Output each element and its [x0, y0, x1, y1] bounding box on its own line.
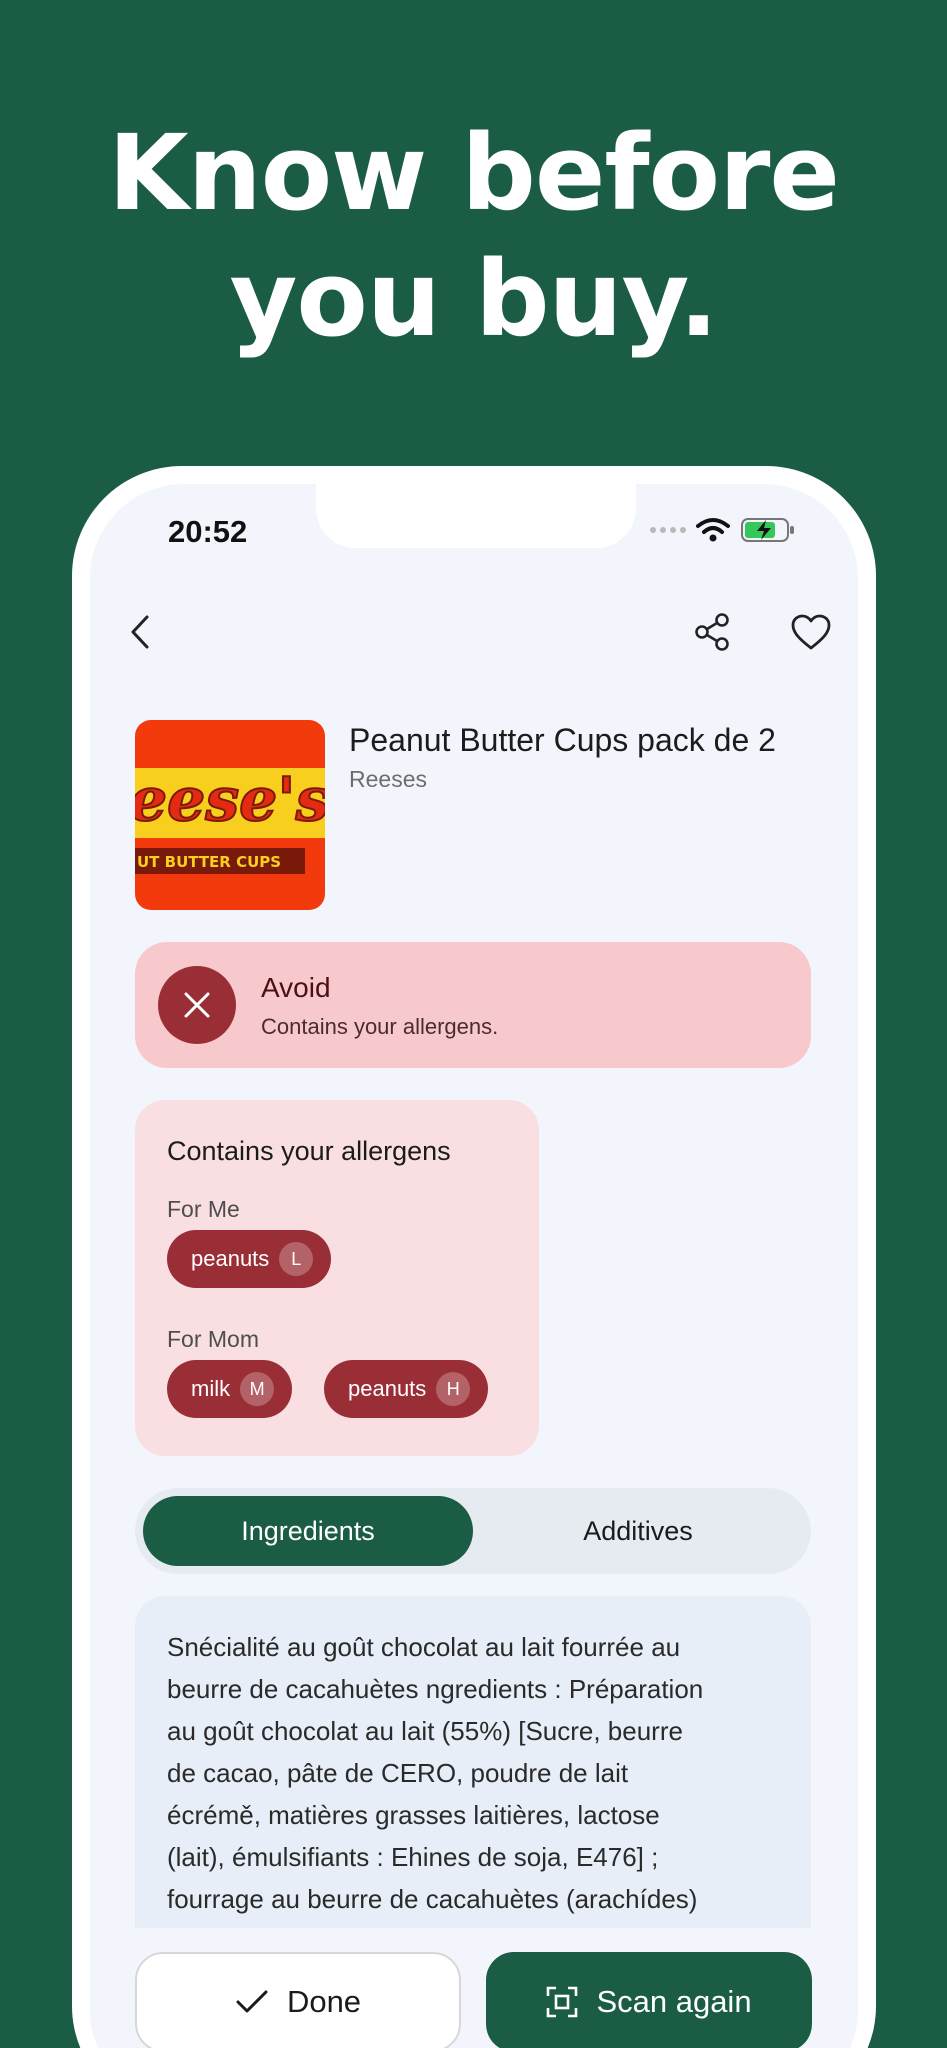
headline-line-2: you buy. — [229, 238, 719, 360]
back-icon — [131, 615, 149, 649]
product-image-subtitle: UT BUTTER CUPS — [137, 853, 281, 871]
share-button[interactable] — [690, 610, 734, 654]
verdict-circle — [158, 966, 236, 1044]
status-icons — [650, 516, 796, 544]
product-image-wordmark: eese's — [135, 765, 325, 835]
allergen-chip[interactable]: peanuts L — [167, 1230, 332, 1288]
ingredients-panel: Snécialité au goût chocolat au lait four… — [135, 1596, 811, 1956]
favorite-button[interactable] — [788, 610, 834, 654]
notch — [316, 484, 636, 548]
ingredients-line: beurre de cacahuètes ngredients : Prépar… — [167, 1674, 704, 1704]
scan-button-label: Scan again — [596, 1984, 752, 2019]
done-button[interactable]: Done — [135, 1952, 461, 2048]
wifi-icon — [696, 518, 730, 542]
allergen-chip-name: milk — [191, 1376, 231, 1401]
severity-badge: L — [279, 1242, 314, 1276]
allergen-chip-name: peanuts — [348, 1376, 427, 1401]
ingredients-line: (lait), émulsifiants : Ehines de soja, E… — [167, 1842, 659, 1872]
scan-icon — [547, 1986, 578, 2018]
ingredients-text: Snécialité au goût chocolat au lait four… — [167, 1626, 787, 1920]
product-brand: Reeses — [349, 766, 427, 792]
severity-badge: H — [436, 1372, 471, 1406]
tab-additives[interactable]: Additives — [473, 1496, 803, 1566]
product-image: eese's UT BUTTER CUPS — [135, 720, 325, 910]
allergen-chip[interactable]: milk M — [167, 1360, 293, 1418]
ingredients-line: fourrage au beurre de cacahuètes (arachí… — [167, 1884, 698, 1914]
ingredients-line: Snécialité au goût chocolat au lait four… — [167, 1632, 681, 1662]
allergen-chip-name: peanuts — [191, 1246, 270, 1271]
verdict-banner: Avoid Contains your allergens. — [135, 942, 811, 1068]
headline-line-1: Know before — [108, 112, 840, 234]
scan-again-button[interactable]: Scan again — [486, 1952, 812, 2048]
signal-dots-icon — [650, 527, 686, 533]
verdict-title: Avoid — [261, 972, 331, 1003]
close-icon — [184, 992, 210, 1018]
product-name: Peanut Butter Cups pack de 2 — [349, 722, 776, 758]
checkmark-icon — [236, 1990, 268, 2013]
ingredients-line: au goût chocolat au lait (55%) [Sucre, b… — [167, 1716, 683, 1746]
ingredients-line: écrémě, matières grasses laitières, lact… — [167, 1800, 660, 1830]
allergen-group-label: For Mom — [167, 1326, 259, 1352]
allergen-card-title: Contains your allergens — [167, 1136, 451, 1166]
heart-icon — [791, 614, 831, 650]
allergen-card: Contains your allergens For Me peanuts L… — [135, 1100, 539, 1456]
back-button[interactable] — [120, 612, 160, 652]
allergen-chip[interactable]: peanuts H — [324, 1360, 489, 1418]
status-time: 20:52 — [168, 514, 248, 549]
ingredients-line: de cacao, pâte de CERO, poudre de lait — [167, 1758, 629, 1788]
battery-charging-icon — [741, 518, 794, 542]
tab-ingredients[interactable]: Ingredients — [143, 1496, 473, 1566]
allergen-group-label: For Me — [167, 1196, 240, 1222]
share-icon — [695, 613, 729, 651]
phone-screen: 20:52 eese's UT BUTTER CUPS Peanut Butte… — [90, 484, 858, 2048]
verdict-subtitle: Contains your allergens. — [261, 1014, 499, 1039]
done-button-label: Done — [286, 1984, 362, 2019]
headline: Know before you buy. — [0, 110, 947, 362]
tab-bar: Ingredients Additives — [135, 1488, 811, 1574]
severity-badge: M — [240, 1372, 275, 1406]
